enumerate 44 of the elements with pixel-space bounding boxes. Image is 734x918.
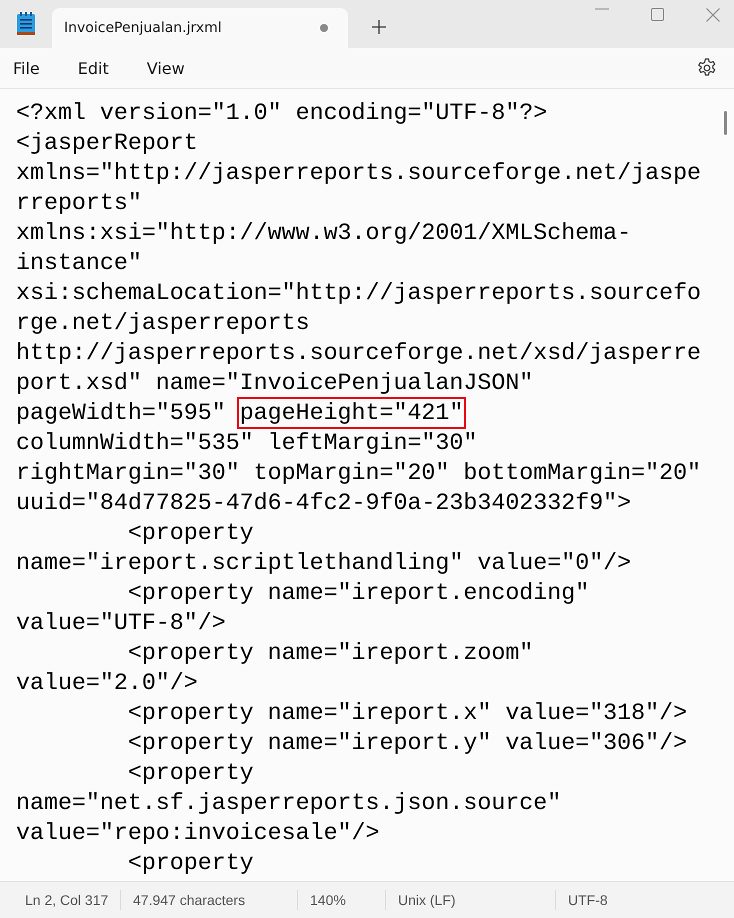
menu-item[interactable]: View <box>146 58 185 78</box>
document-tab[interactable]: InvoicePenjualan.jrxml <box>52 8 348 48</box>
code-line: value="2.0"/> <box>16 670 198 696</box>
code-line: port.xsd" name="InvoicePenjualanJSON" <box>16 370 534 396</box>
new-tab-icon[interactable] <box>372 20 386 34</box>
code-line: value="repo:invoicesale"/> <box>16 820 380 846</box>
code-line: <property <box>126 760 254 786</box>
code-line: uuid="84d77825-47d6-4fc2-9f0a-23b3402332f9"> <box>16 490 632 516</box>
code-line: <property name="ireport.y" value="306"/> <box>126 730 688 756</box>
notepad-icon <box>16 12 36 36</box>
code-line: <property name="ireport.zoom" <box>126 640 534 666</box>
status-item: Unix (LF) <box>385 890 555 910</box>
code-line: rreports" <box>16 190 142 216</box>
code-line: <property name="ireport.encoding" <box>126 580 590 606</box>
maximize-icon[interactable] <box>651 8 664 21</box>
code-line: xmlns="http://jasperreports.sourceforge.net/jaspe <box>16 160 702 186</box>
status-item: 47.947 characters <box>120 890 297 910</box>
code-line: <property name="ireport.x" value="318"/> <box>126 700 688 726</box>
status-item: UTF-8 <box>555 890 620 910</box>
menu-item[interactable]: File <box>13 58 40 78</box>
close-icon[interactable] <box>706 8 720 22</box>
code-line: columnWidth="535" leftMargin="30" <box>16 430 478 456</box>
code-line: rightMargin="30" topMargin="20" bottomMargin="20" <box>16 460 702 486</box>
scrollbar-thumb[interactable] <box>724 111 727 135</box>
minimize-icon[interactable] <box>595 8 609 10</box>
code-line: <property <box>126 520 254 546</box>
code-line: name="net.sf.jasperreports.json.source" <box>16 790 562 816</box>
code-line: <jasperReport <box>16 130 198 156</box>
code-line: <property <box>126 850 254 876</box>
code-line: value="UTF-8"/> <box>16 610 226 636</box>
status-item: Ln 2, Col 317 <box>24 891 110 910</box>
code-line: <?xml version="1.0" encoding="UTF-8"?> <box>16 100 548 126</box>
code-line: http://jasperreports.sourceforge.net/xsd/jasperre <box>16 340 702 366</box>
code-line: name="ireport.scriptlethandling" value="0"/> <box>16 550 632 576</box>
highlighted-code: pageHeight="421" <box>240 400 464 426</box>
code-line: xsi:schemaLocation="http://jasperreports.sourcefo <box>16 280 702 306</box>
code-line: pageWidth="595" <box>16 400 227 426</box>
code-line: xmlns:xsi="http://www.w3.org/2001/XMLSchema- <box>16 220 632 246</box>
settings-icon[interactable] <box>697 58 717 78</box>
menu-item[interactable]: Edit <box>78 58 109 78</box>
status-item: 140% <box>297 890 385 910</box>
tab-title: InvoicePenjualan.jrxml <box>64 20 223 36</box>
code-line: instance" <box>16 250 142 276</box>
code-line: rge.net/jasperreports <box>16 310 310 336</box>
